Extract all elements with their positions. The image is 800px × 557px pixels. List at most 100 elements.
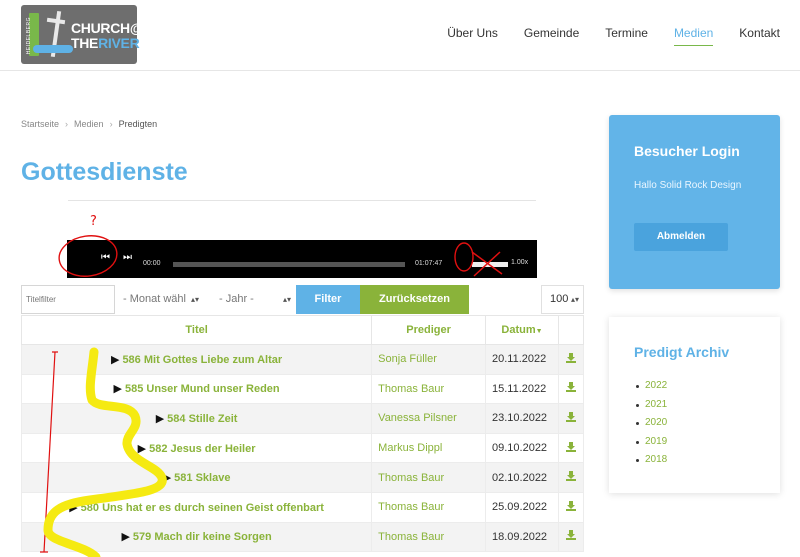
date-cell: 20.11.2022 — [485, 344, 559, 375]
select-arrows-icon: ▴▾ — [282, 295, 291, 304]
sermon-title-cell[interactable]: ▶ 585 Unser Mund unser Reden — [20, 373, 373, 405]
sermon-title-cell[interactable]: ▶ 579 Mach dir keine Sorgen — [20, 521, 373, 553]
reset-button[interactable]: Zurücksetzen — [360, 285, 469, 314]
sermon-title-cell[interactable]: ▶ 582 Jesus der Heiler — [20, 432, 373, 464]
month-select-label: - Monat wähl — [123, 293, 186, 305]
breadcrumb-medien[interactable]: Medien — [74, 119, 104, 129]
logout-button[interactable]: Abmelden — [634, 223, 728, 251]
header-date[interactable]: Datum▼ — [485, 315, 559, 345]
breadcrumb: Startseite › Medien › Predigten — [21, 119, 157, 129]
download-cell[interactable] — [557, 373, 585, 405]
play-icon[interactable]: ▶ — [163, 472, 171, 484]
audio-player: ⏮ ⏭ 00:00 01:07:47 1.00x — [67, 240, 537, 278]
header-preacher[interactable]: Prediger — [371, 315, 486, 345]
sermon-title[interactable]: 581 Sklave — [174, 472, 230, 484]
nav-item-termine[interactable]: Termine — [605, 26, 648, 46]
page-title: Gottesdienste — [21, 158, 188, 186]
date-cell: 18.09.2022 — [485, 521, 559, 553]
nav-item-ueber-uns[interactable]: Über Uns — [447, 26, 498, 46]
download-icon[interactable] — [565, 411, 576, 422]
preacher-cell[interactable]: Thomas Baur — [371, 491, 486, 523]
download-icon[interactable] — [565, 530, 576, 541]
title-filter-input[interactable] — [21, 285, 115, 314]
volume-slider[interactable] — [472, 262, 508, 267]
table-row: ▶ 585 Unser Mund unser Reden Thomas Baur 15… — [20, 373, 585, 405]
logo-line-1: CHURCH@ — [71, 20, 144, 36]
per-page-select[interactable]: 100 ▴▾ — [541, 285, 584, 314]
download-cell[interactable] — [557, 462, 585, 493]
preacher-cell[interactable]: Thomas Baur — [371, 462, 486, 493]
speed-button[interactable]: 1.00x — [511, 259, 528, 266]
chevron-right-icon: › — [109, 119, 113, 129]
date-cell: 15.11.2022 — [485, 373, 559, 405]
archive-year-link[interactable]: 2019 — [635, 433, 667, 452]
progress-track[interactable] — [173, 262, 405, 267]
sermon-title[interactable]: 582 Jesus der Heiler — [149, 443, 255, 455]
download-cell[interactable] — [557, 491, 585, 523]
header-title[interactable]: Titel — [20, 315, 373, 345]
nav-item-medien[interactable]: Medien — [673, 26, 714, 46]
archive-year-link[interactable]: 2021 — [635, 396, 667, 415]
sermon-title[interactable]: 579 Mach dir keine Sorgen — [133, 531, 272, 543]
sermon-archive-box: Predigt Archiv 2022 2021 2020 2019 2018 — [609, 317, 780, 493]
skip-next-icon[interactable]: ⏭ — [123, 252, 132, 263]
nav-item-gemeinde[interactable]: Gemeinde — [524, 26, 579, 46]
duration: 01:07:47 — [415, 260, 443, 267]
wave-icon — [33, 45, 73, 53]
sermon-table: Titel Prediger Datum▼ ▶ 586 Mit Gottes Li… — [20, 315, 585, 553]
date-cell: 02.10.2022 — [485, 462, 559, 493]
archive-year-link[interactable]: 2020 — [635, 414, 667, 433]
sermon-title-cell[interactable]: ▶ 586 Mit Gottes Liebe zum Altar — [20, 344, 373, 375]
download-icon[interactable] — [565, 471, 576, 482]
download-cell[interactable] — [557, 432, 585, 464]
download-cell[interactable] — [557, 521, 585, 553]
archive-title: Predigt Archiv — [634, 344, 730, 360]
skip-previous-icon[interactable]: ⏮ — [101, 252, 110, 263]
preacher-cell[interactable]: Thomas Baur — [371, 521, 486, 553]
header-download — [557, 315, 585, 345]
play-icon[interactable]: ▶ — [156, 413, 164, 425]
per-page-value: 100 — [550, 293, 569, 305]
download-cell[interactable] — [557, 344, 585, 375]
archive-year-link[interactable]: 2022 — [635, 377, 667, 396]
preacher-cell[interactable]: Sonja Füller — [371, 344, 486, 375]
download-icon[interactable] — [565, 382, 576, 393]
download-icon[interactable] — [565, 500, 576, 511]
table-row: ▶ 580 Uns hat er es durch seinen Geist of… — [20, 491, 585, 523]
breadcrumb-home[interactable]: Startseite — [21, 119, 59, 129]
year-select[interactable]: - Jahr - ▴▾ — [215, 285, 295, 314]
play-icon[interactable]: ▶ — [138, 443, 146, 455]
archive-year-link[interactable]: 2018 — [635, 451, 667, 470]
download-cell[interactable] — [557, 403, 585, 434]
sort-down-icon: ▼ — [535, 328, 543, 335]
download-icon[interactable] — [565, 441, 576, 452]
sermon-title[interactable]: 584 Stille Zeit — [167, 413, 237, 425]
sermon-title[interactable]: 585 Unser Mund unser Reden — [125, 383, 280, 395]
date-cell: 09.10.2022 — [485, 432, 559, 464]
site-logo[interactable]: HEIDELBERG CHURCH@ THERIVER — [21, 5, 144, 64]
sermon-title[interactable]: 580 Uns hat er es durch seinen Geist off… — [81, 502, 324, 514]
download-icon[interactable] — [565, 352, 576, 363]
play-icon[interactable]: ▶ — [114, 383, 122, 395]
filter-bar: - Monat wähl ▴▾ - Jahr - ▴▾ Filter Zurüc… — [21, 285, 584, 314]
filter-button[interactable]: Filter — [296, 285, 360, 314]
play-icon[interactable]: ▶ — [121, 531, 129, 543]
chevron-right-icon: › — [65, 119, 69, 129]
current-time: 00:00 — [143, 260, 161, 267]
header-date-label: Datum — [501, 324, 536, 336]
play-icon[interactable]: ▶ — [69, 502, 77, 514]
sermon-title[interactable]: 586 Mit Gottes Liebe zum Altar — [122, 354, 282, 366]
month-select[interactable]: - Monat wähl ▴▾ — [119, 285, 203, 314]
preacher-cell[interactable]: Thomas Baur — [371, 373, 486, 405]
sermon-title-cell[interactable]: ▶ 580 Uns hat er es durch seinen Geist of… — [20, 491, 373, 523]
date-cell: 25.09.2022 — [485, 491, 559, 523]
sermon-title-cell[interactable]: ▶ 581 Sklave — [20, 462, 373, 493]
preacher-cell[interactable]: Vanessa Pilsner — [371, 403, 486, 434]
annotation-question-mark: ? — [90, 214, 97, 229]
sermon-title-cell[interactable]: ▶ 584 Stille Zeit — [20, 403, 373, 434]
preacher-cell[interactable]: Markus Dippl — [371, 432, 486, 464]
main-nav: Über Uns Gemeinde Termine Medien Kontakt — [447, 26, 780, 46]
table-row: ▶ 581 Sklave Thomas Baur 02.10.2022 — [20, 462, 585, 493]
play-icon[interactable]: ▶ — [111, 354, 119, 366]
nav-item-kontakt[interactable]: Kontakt — [739, 26, 780, 46]
